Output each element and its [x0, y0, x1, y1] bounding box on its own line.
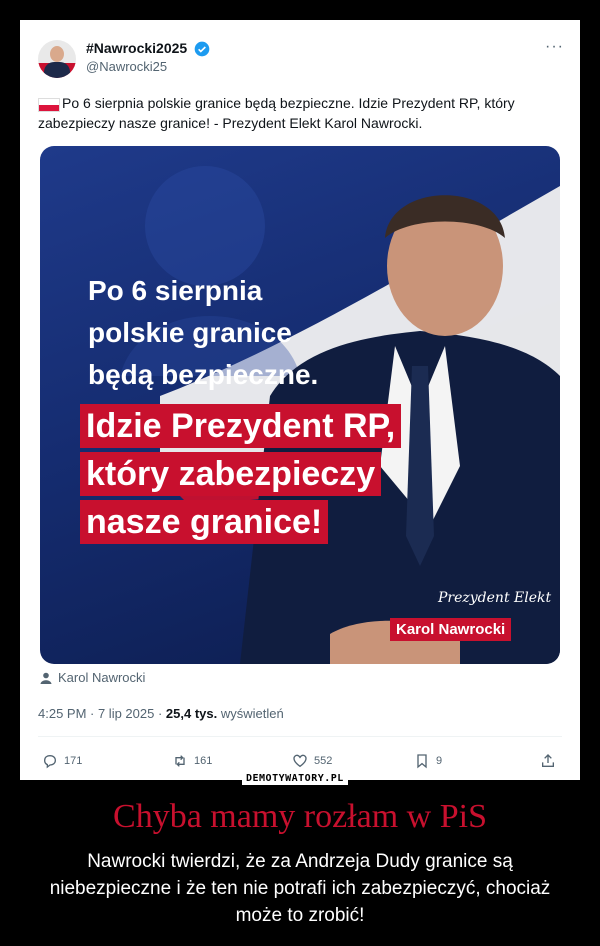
watermark: DEMOTYWATORY.PL — [242, 772, 348, 785]
signature: Prezydent Elekt — [438, 590, 552, 606]
image-text-line-1: Po 6 sierpnia — [88, 275, 263, 306]
repost-count: 161 — [194, 755, 213, 767]
image-red-line-3: nasze granice! — [80, 500, 329, 544]
more-options-icon[interactable]: ··· — [545, 38, 564, 56]
signature-name: Karol Nawrocki — [390, 618, 512, 641]
like-button[interactable]: 552 — [292, 753, 332, 769]
avatar[interactable] — [38, 40, 76, 78]
verified-badge-icon — [194, 41, 210, 57]
caption-subtitle: Nawrocki twierdzi, że za Andrzeja Dudy g… — [49, 851, 551, 926]
person-icon — [40, 672, 52, 684]
image-red-line-2: który zabezpieczy — [80, 452, 382, 496]
like-count: 552 — [314, 755, 333, 767]
share-button[interactable] — [540, 753, 556, 769]
repost-icon — [175, 755, 185, 767]
bookmark-icon — [417, 754, 427, 769]
tagged-user-name: Karol Nawrocki — [58, 670, 146, 685]
reply-icon — [43, 754, 57, 769]
tweet-time[interactable]: 4:25 PM · 7 lip 2025 · — [38, 706, 166, 721]
view-label: wyświetleń — [217, 706, 284, 721]
image-text-line-3: będą bezpieczne. — [88, 359, 319, 390]
heart-icon — [293, 754, 307, 768]
divider — [38, 736, 562, 737]
tweet-text: Po 6 sierpnia polskie granice będą bezpi… — [38, 95, 515, 131]
reply-count: 171 — [64, 755, 83, 767]
view-count: 25,4 tys. — [165, 706, 218, 721]
tweet-meta: 4:25 PM · 7 lip 2025 · 25,4 tys. wyświet… — [38, 706, 284, 721]
user-handle[interactable]: @Nawrocki25 — [86, 59, 167, 74]
display-name[interactable]: #Nawrocki2025 — [86, 40, 187, 56]
reply-button[interactable]: 171 — [42, 753, 82, 769]
demotivator-frame: #Nawrocki2025 @Nawrocki25 ··· Po 6 sierp… — [20, 20, 580, 785]
tweet-image[interactable]: Po 6 sierpnia polskie granice będą bezpi… — [40, 146, 560, 664]
tagged-user[interactable]: Karol Nawrocki — [40, 670, 145, 685]
share-icon — [542, 754, 554, 767]
bookmark-button[interactable]: 9 — [414, 753, 442, 769]
image-red-line-1: Idzie Prezydent RP, — [80, 404, 402, 448]
bookmark-count: 9 — [436, 755, 443, 767]
repost-button[interactable]: 161 — [172, 753, 212, 769]
caption-title: Chyba mamy rozłam w PiS — [113, 798, 487, 835]
image-text-line-2: polskie granice — [88, 317, 292, 348]
